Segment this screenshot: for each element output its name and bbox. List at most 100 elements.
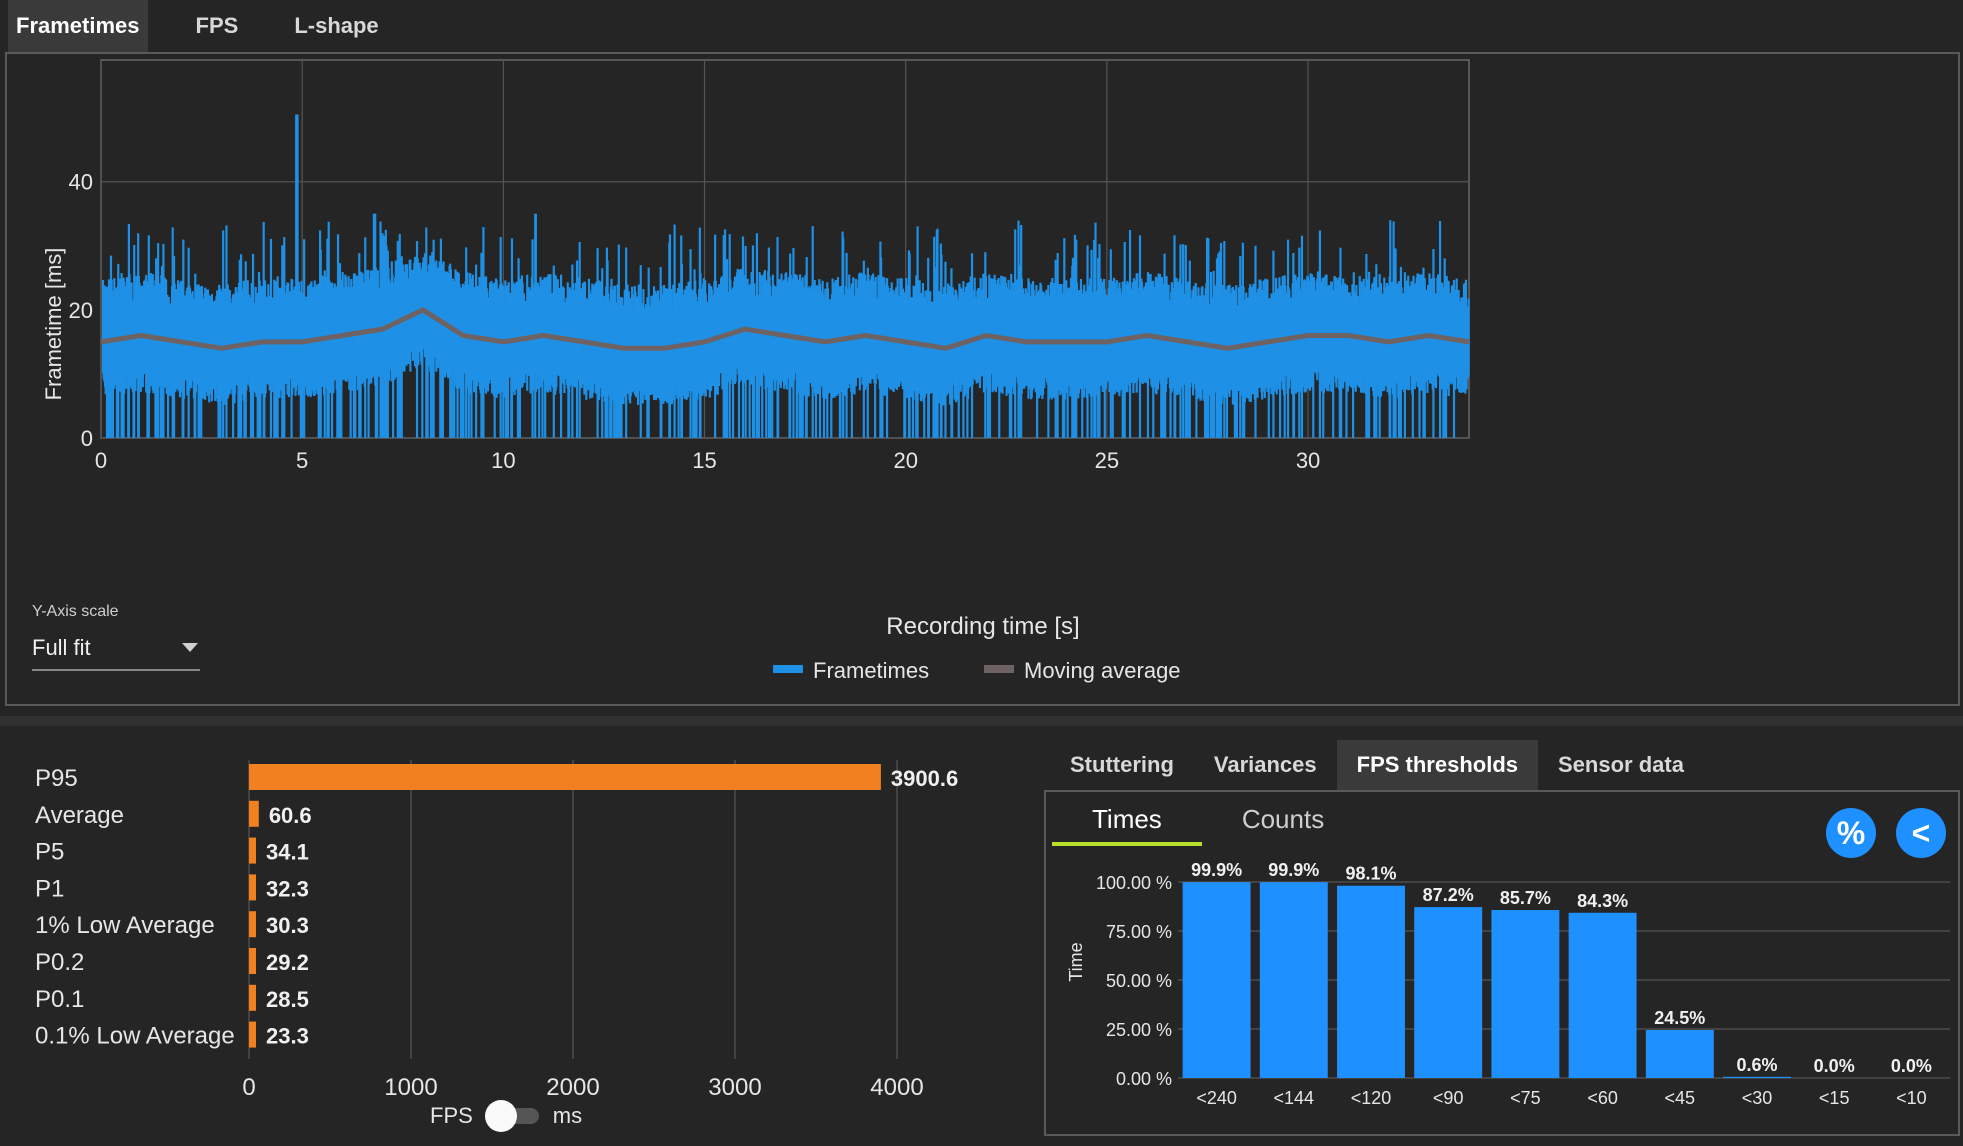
toggle-label-ms: ms (552, 1103, 583, 1128)
y-axis-scale-value: Full fit (32, 635, 91, 660)
threshold-y-axis-label: Time (1066, 942, 1086, 981)
stat-value-label: 60.6 (269, 803, 312, 828)
stats-x-tick-label: 3000 (708, 1074, 761, 1101)
stat-value-label: 3900.6 (891, 766, 958, 791)
threshold-y-tick-label: 50.00 % (1106, 971, 1172, 991)
threshold-bar (1414, 907, 1483, 1078)
tab-fps-thresholds[interactable]: FPS thresholds (1336, 740, 1538, 790)
legend-label-moving-average: Moving average (1024, 658, 1181, 683)
view-tabs: Frametimes FPS L-shape (8, 0, 427, 52)
tab-variances[interactable]: Variances (1194, 740, 1337, 790)
legend-label-frametimes: Frametimes (813, 658, 929, 683)
x-tick-label: 20 (893, 448, 917, 473)
y-tick-label: 20 (69, 298, 93, 323)
threshold-value-label: 87.2% (1423, 885, 1474, 905)
threshold-bar (1491, 910, 1560, 1078)
stat-bar (249, 800, 259, 827)
stat-bar (249, 984, 256, 1011)
frametime-chart-panel: 0 5 10 15 20 25 30 0 20 40 Frametime [ms] Recordi… (5, 52, 1960, 706)
threshold-value-label: 98.1% (1345, 864, 1396, 884)
x-tick-label: 10 (491, 448, 515, 473)
threshold-bar (1182, 882, 1251, 1078)
stats-x-tick-label: 4000 (870, 1074, 923, 1101)
stat-label: Average (35, 802, 124, 829)
analysis-tabs: Stuttering Variances FPS thresholds Sens… (1050, 740, 1704, 790)
x-tick-label: 25 (1095, 448, 1119, 473)
threshold-category-label: <30 (1742, 1088, 1773, 1108)
threshold-category-label: <240 (1196, 1088, 1237, 1108)
x-tick-label: 30 (1296, 448, 1320, 473)
threshold-y-tick-label: 0.00 % (1116, 1069, 1172, 1089)
threshold-category-label: <120 (1351, 1088, 1392, 1108)
threshold-category-label: <60 (1587, 1088, 1618, 1108)
stat-bar (249, 948, 256, 974)
fps-ms-switch[interactable] (484, 1100, 541, 1132)
threshold-category-label: <75 (1510, 1088, 1541, 1108)
frametime-chart: 0 5 10 15 20 25 30 0 20 40 Frametime [ms] Recordi… (41, 59, 1470, 683)
stat-value-label: 28.5 (266, 987, 309, 1012)
stat-bar (249, 1021, 256, 1048)
tab-fps[interactable]: FPS (188, 0, 247, 52)
stat-label: P95 (35, 765, 78, 792)
toggle-label-fps: FPS (430, 1103, 473, 1128)
stat-bar (249, 837, 256, 864)
tab-frametimes[interactable]: Frametimes (8, 0, 148, 52)
threshold-category-label: <90 (1433, 1088, 1464, 1108)
threshold-y-tick-label: 25.00 % (1106, 1020, 1172, 1040)
threshold-category-label: <10 (1896, 1088, 1927, 1108)
stat-label: 1% Low Average (35, 912, 215, 939)
y-axis-scale-select[interactable]: Full fit (32, 633, 200, 671)
y-tick-label: 0 (81, 426, 93, 451)
threshold-category-label: <15 (1819, 1088, 1850, 1108)
threshold-bar (1337, 885, 1405, 1078)
stat-label: P1 (35, 875, 64, 902)
threshold-value-label: 99.9% (1268, 860, 1319, 880)
stats-x-tick-label: 2000 (546, 1074, 599, 1101)
threshold-bar (1723, 1076, 1791, 1078)
threshold-value-label: 0.0% (1891, 1056, 1932, 1076)
legend-swatch-moving-average (984, 665, 1014, 673)
threshold-bar (1568, 912, 1637, 1078)
stat-bar (249, 874, 256, 901)
threshold-bar (1259, 882, 1328, 1078)
threshold-value-label: 84.3% (1577, 891, 1628, 911)
stats-x-tick-label: 0 (242, 1074, 255, 1101)
switch-knob[interactable] (484, 1100, 517, 1132)
tab-l-shape[interactable]: L-shape (286, 0, 386, 52)
y-axis-label: Frametime [ms] (41, 248, 66, 401)
threshold-category-label: <45 (1665, 1088, 1696, 1108)
stat-value-label: 23.3 (266, 1024, 309, 1049)
threshold-value-label: 99.9% (1191, 860, 1242, 880)
y-axis-scale-label: Y-Axis scale (32, 603, 119, 620)
x-tick-label: 15 (692, 448, 716, 473)
y-tick-label: 40 (69, 170, 93, 195)
threshold-y-tick-label: 75.00 % (1106, 922, 1172, 942)
legend-swatch-frametimes (773, 665, 803, 673)
stat-label: 0.1% Low Average (35, 1023, 235, 1050)
chevron-down-icon (182, 643, 198, 652)
x-axis-label: Recording time [s] (886, 613, 1079, 640)
stat-label: P5 (35, 839, 64, 866)
stat-value-label: 29.2 (266, 950, 309, 975)
fps-thresholds-chart: Time 0.00 % 25.00 % 50.00 % 75.00 % 100.00 %… (1066, 860, 1950, 1108)
tab-stuttering[interactable]: Stuttering (1050, 740, 1194, 790)
threshold-bar (1645, 1029, 1714, 1078)
fps-thresholds-panel: Times Counts % < Time 0.00 % 25.00 % 50.00… (1044, 790, 1960, 1136)
statistics-chart: 0 1000 2000 3000 4000 P95 3900.6 Average 60.6 P5 3… (35, 760, 958, 1101)
y-axis-scale-control: Y-Axis scale Full fit (32, 603, 202, 671)
legend: Frametimes Moving average (773, 658, 1181, 683)
stat-bar (249, 911, 256, 938)
stat-value-label: 32.3 (266, 876, 309, 901)
x-tick-label: 0 (95, 448, 107, 473)
stat-value-label: 30.3 (266, 913, 309, 938)
statistics-panel: 0 1000 2000 3000 4000 P95 3900.6 Average 60.6 P5 3… (0, 740, 1000, 1141)
stat-label: P0.1 (35, 986, 84, 1013)
x-tick-label: 5 (296, 448, 308, 473)
threshold-category-label: <144 (1274, 1088, 1315, 1108)
panel-divider[interactable] (0, 716, 1963, 726)
threshold-value-label: 0.0% (1814, 1056, 1855, 1076)
stat-bar (249, 764, 881, 790)
tab-sensor-data[interactable]: Sensor data (1538, 740, 1704, 790)
threshold-value-label: 85.7% (1500, 888, 1551, 908)
fps-ms-toggle: FPS ms (430, 1098, 582, 1134)
